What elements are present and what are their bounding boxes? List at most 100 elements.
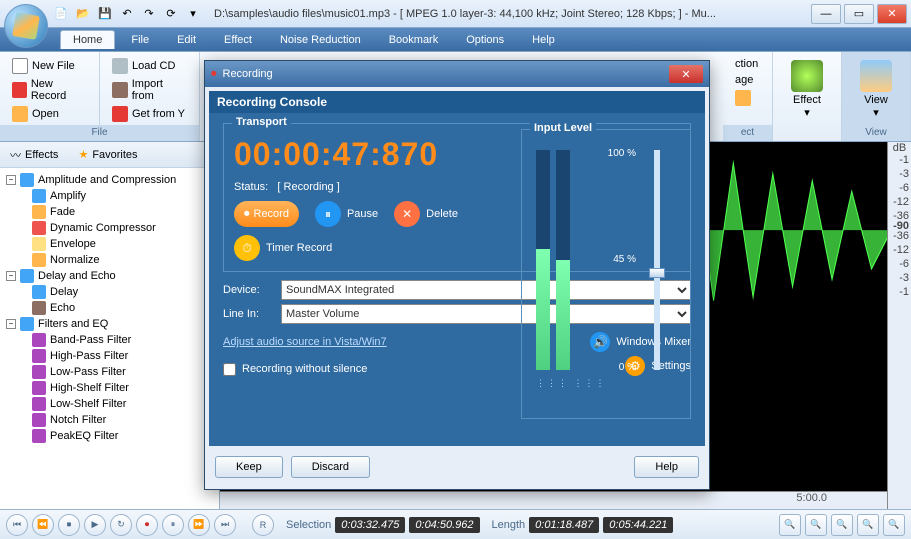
label: Low-Pass Filter [50, 366, 126, 378]
tree-item-lowpass[interactable]: Low-Pass Filter [4, 364, 215, 380]
tree-item-echo[interactable]: Echo [4, 300, 215, 316]
rewind-button[interactable]: ⏪ [32, 514, 54, 536]
label: Normalize [50, 254, 100, 266]
goto-start-button[interactable]: ⏮ [6, 514, 28, 536]
app-orb-button[interactable] [4, 4, 48, 48]
input-level-legend: Input Level [530, 122, 596, 134]
zoom-fit-button[interactable]: 🔍 [779, 514, 801, 536]
zoom-sel-button[interactable]: 🔍 [805, 514, 827, 536]
device-label: Device: [223, 284, 273, 296]
effect-button[interactable]: Effect▾ [781, 56, 833, 123]
label: Envelope [50, 238, 96, 250]
effects-tree: −Amplitude and Compression Amplify Fade … [0, 168, 219, 509]
tree-item-bandpass[interactable]: Band-Pass Filter [4, 332, 215, 348]
tree-item-highshelf[interactable]: High-Shelf Filter [4, 380, 215, 396]
sidetab-effects[interactable]: 〰Effects [0, 143, 68, 167]
qat-undo-icon[interactable]: ↶ [118, 5, 136, 23]
discard-button[interactable]: Discard [291, 456, 370, 478]
tree-item-fade[interactable]: Fade [4, 204, 215, 220]
tree-item-normalize[interactable]: Normalize [4, 252, 215, 268]
volume-slider[interactable] [654, 150, 660, 370]
new-file-button[interactable]: New File [8, 56, 91, 76]
qat-redo-icon[interactable]: ↷ [140, 5, 158, 23]
dialog-titlebar[interactable]: ⏺ Recording ✕ [205, 61, 709, 87]
play-loop-button[interactable]: ↻ [110, 514, 132, 536]
checkbox[interactable] [223, 363, 236, 376]
dialog-footer: Keep Discard Help [205, 450, 709, 484]
linein-label: Line In: [223, 308, 273, 320]
selection-end: 0:04:50.962 [409, 517, 479, 533]
tree-group-filters[interactable]: −Filters and EQ [4, 316, 215, 332]
get-from-button[interactable]: Get from Y [108, 104, 191, 124]
action-partial-button[interactable]: ction [731, 56, 764, 72]
tree-item-delay[interactable]: Delay [4, 284, 215, 300]
stop-button[interactable]: ⏹ [58, 514, 80, 536]
import-from-button[interactable]: Import from [108, 76, 191, 104]
open-button[interactable]: Open [8, 104, 91, 124]
label: Fade [50, 206, 75, 218]
qat-open-icon[interactable]: 📂 [74, 5, 92, 23]
titlebar: 📄 📂 💾 ↶ ↷ ⟳ ▾ D:\samples\audio files\mus… [0, 0, 911, 28]
qat-new-icon[interactable]: 📄 [52, 5, 70, 23]
quick-access-toolbar: 📄 📂 💾 ↶ ↷ ⟳ ▾ [52, 5, 202, 23]
load-cd-button[interactable]: Load CD [108, 56, 191, 76]
console-header: Recording Console [209, 91, 705, 113]
transport-legend: Transport [232, 116, 291, 128]
qat-refresh-icon[interactable]: ⟳ [162, 5, 180, 23]
tab-edit[interactable]: Edit [165, 31, 208, 49]
sidetab-favorites[interactable]: ★Favorites [68, 144, 147, 165]
keep-button[interactable]: Keep [215, 456, 283, 478]
label: Band-Pass Filter [50, 334, 131, 346]
adjust-audio-link[interactable]: Adjust audio source in Vista/Win7 [223, 336, 387, 348]
age-partial-button[interactable]: age [731, 72, 764, 88]
tree-item-dyncomp[interactable]: Dynamic Compressor [4, 220, 215, 236]
tree-item-highpass[interactable]: High-Pass Filter [4, 348, 215, 364]
tab-home[interactable]: Home [60, 30, 115, 49]
view-button[interactable]: View▾ [850, 56, 902, 123]
label: Open [32, 108, 59, 120]
label: Effect [793, 94, 821, 106]
label: Load CD [132, 60, 175, 72]
tab-options[interactable]: Options [454, 31, 516, 49]
zoom-out-button[interactable]: 🔍 [857, 514, 879, 536]
dialog-close-button[interactable]: ✕ [669, 65, 703, 83]
qat-dropdown-icon[interactable]: ▾ [184, 5, 202, 23]
qat-save-icon[interactable]: 💾 [96, 5, 114, 23]
record-button[interactable]: ⏺ [136, 514, 158, 536]
tab-file[interactable]: File [119, 31, 161, 49]
repeat-button[interactable]: R [252, 514, 274, 536]
tree-item-envelope[interactable]: Envelope [4, 236, 215, 252]
play-button[interactable]: ▶ [84, 514, 106, 536]
minimize-button[interactable]: — [811, 4, 841, 24]
tree-group-delay-echo[interactable]: −Delay and Echo [4, 268, 215, 284]
tree-item-amplify[interactable]: Amplify [4, 188, 215, 204]
close-button[interactable]: ✕ [877, 4, 907, 24]
label: Low-Shelf Filter [50, 398, 126, 410]
new-record-button[interactable]: New Record [8, 76, 91, 104]
tab-noise-reduction[interactable]: Noise Reduction [268, 31, 373, 49]
pause-button[interactable]: ⏸ [162, 514, 184, 536]
app-logo-icon [12, 12, 40, 40]
toolbar-icon[interactable] [731, 88, 764, 108]
length-label: Length [492, 519, 526, 531]
slider-thumb[interactable] [649, 268, 665, 278]
goto-end-button[interactable]: ⏭ [214, 514, 236, 536]
record-button-dlg[interactable]: ⏺Record [234, 201, 299, 227]
help-button[interactable]: Help [634, 456, 699, 478]
delete-button-dlg[interactable]: ✕Delete [394, 201, 458, 227]
label: Notch Filter [50, 414, 106, 426]
zoom-in-button[interactable]: 🔍 [831, 514, 853, 536]
forward-button[interactable]: ⏩ [188, 514, 210, 536]
maximize-button[interactable]: ▭ [844, 4, 874, 24]
zoom-reset-button[interactable]: 🔍 [883, 514, 905, 536]
tree-item-notch[interactable]: Notch Filter [4, 412, 215, 428]
tree-item-peakeq[interactable]: PeakEQ Filter [4, 428, 215, 444]
pause-button-dlg[interactable]: ⏸Pause [315, 201, 378, 227]
tree-group-amplitude[interactable]: −Amplitude and Compression [4, 172, 215, 188]
star-icon: ★ [78, 148, 88, 161]
tab-effect[interactable]: Effect [212, 31, 264, 49]
tab-help[interactable]: Help [520, 31, 567, 49]
tab-bookmark[interactable]: Bookmark [377, 31, 451, 49]
recording-without-silence-checkbox[interactable]: Recording without silence [223, 363, 367, 376]
tree-item-lowshelf[interactable]: Low-Shelf Filter [4, 396, 215, 412]
